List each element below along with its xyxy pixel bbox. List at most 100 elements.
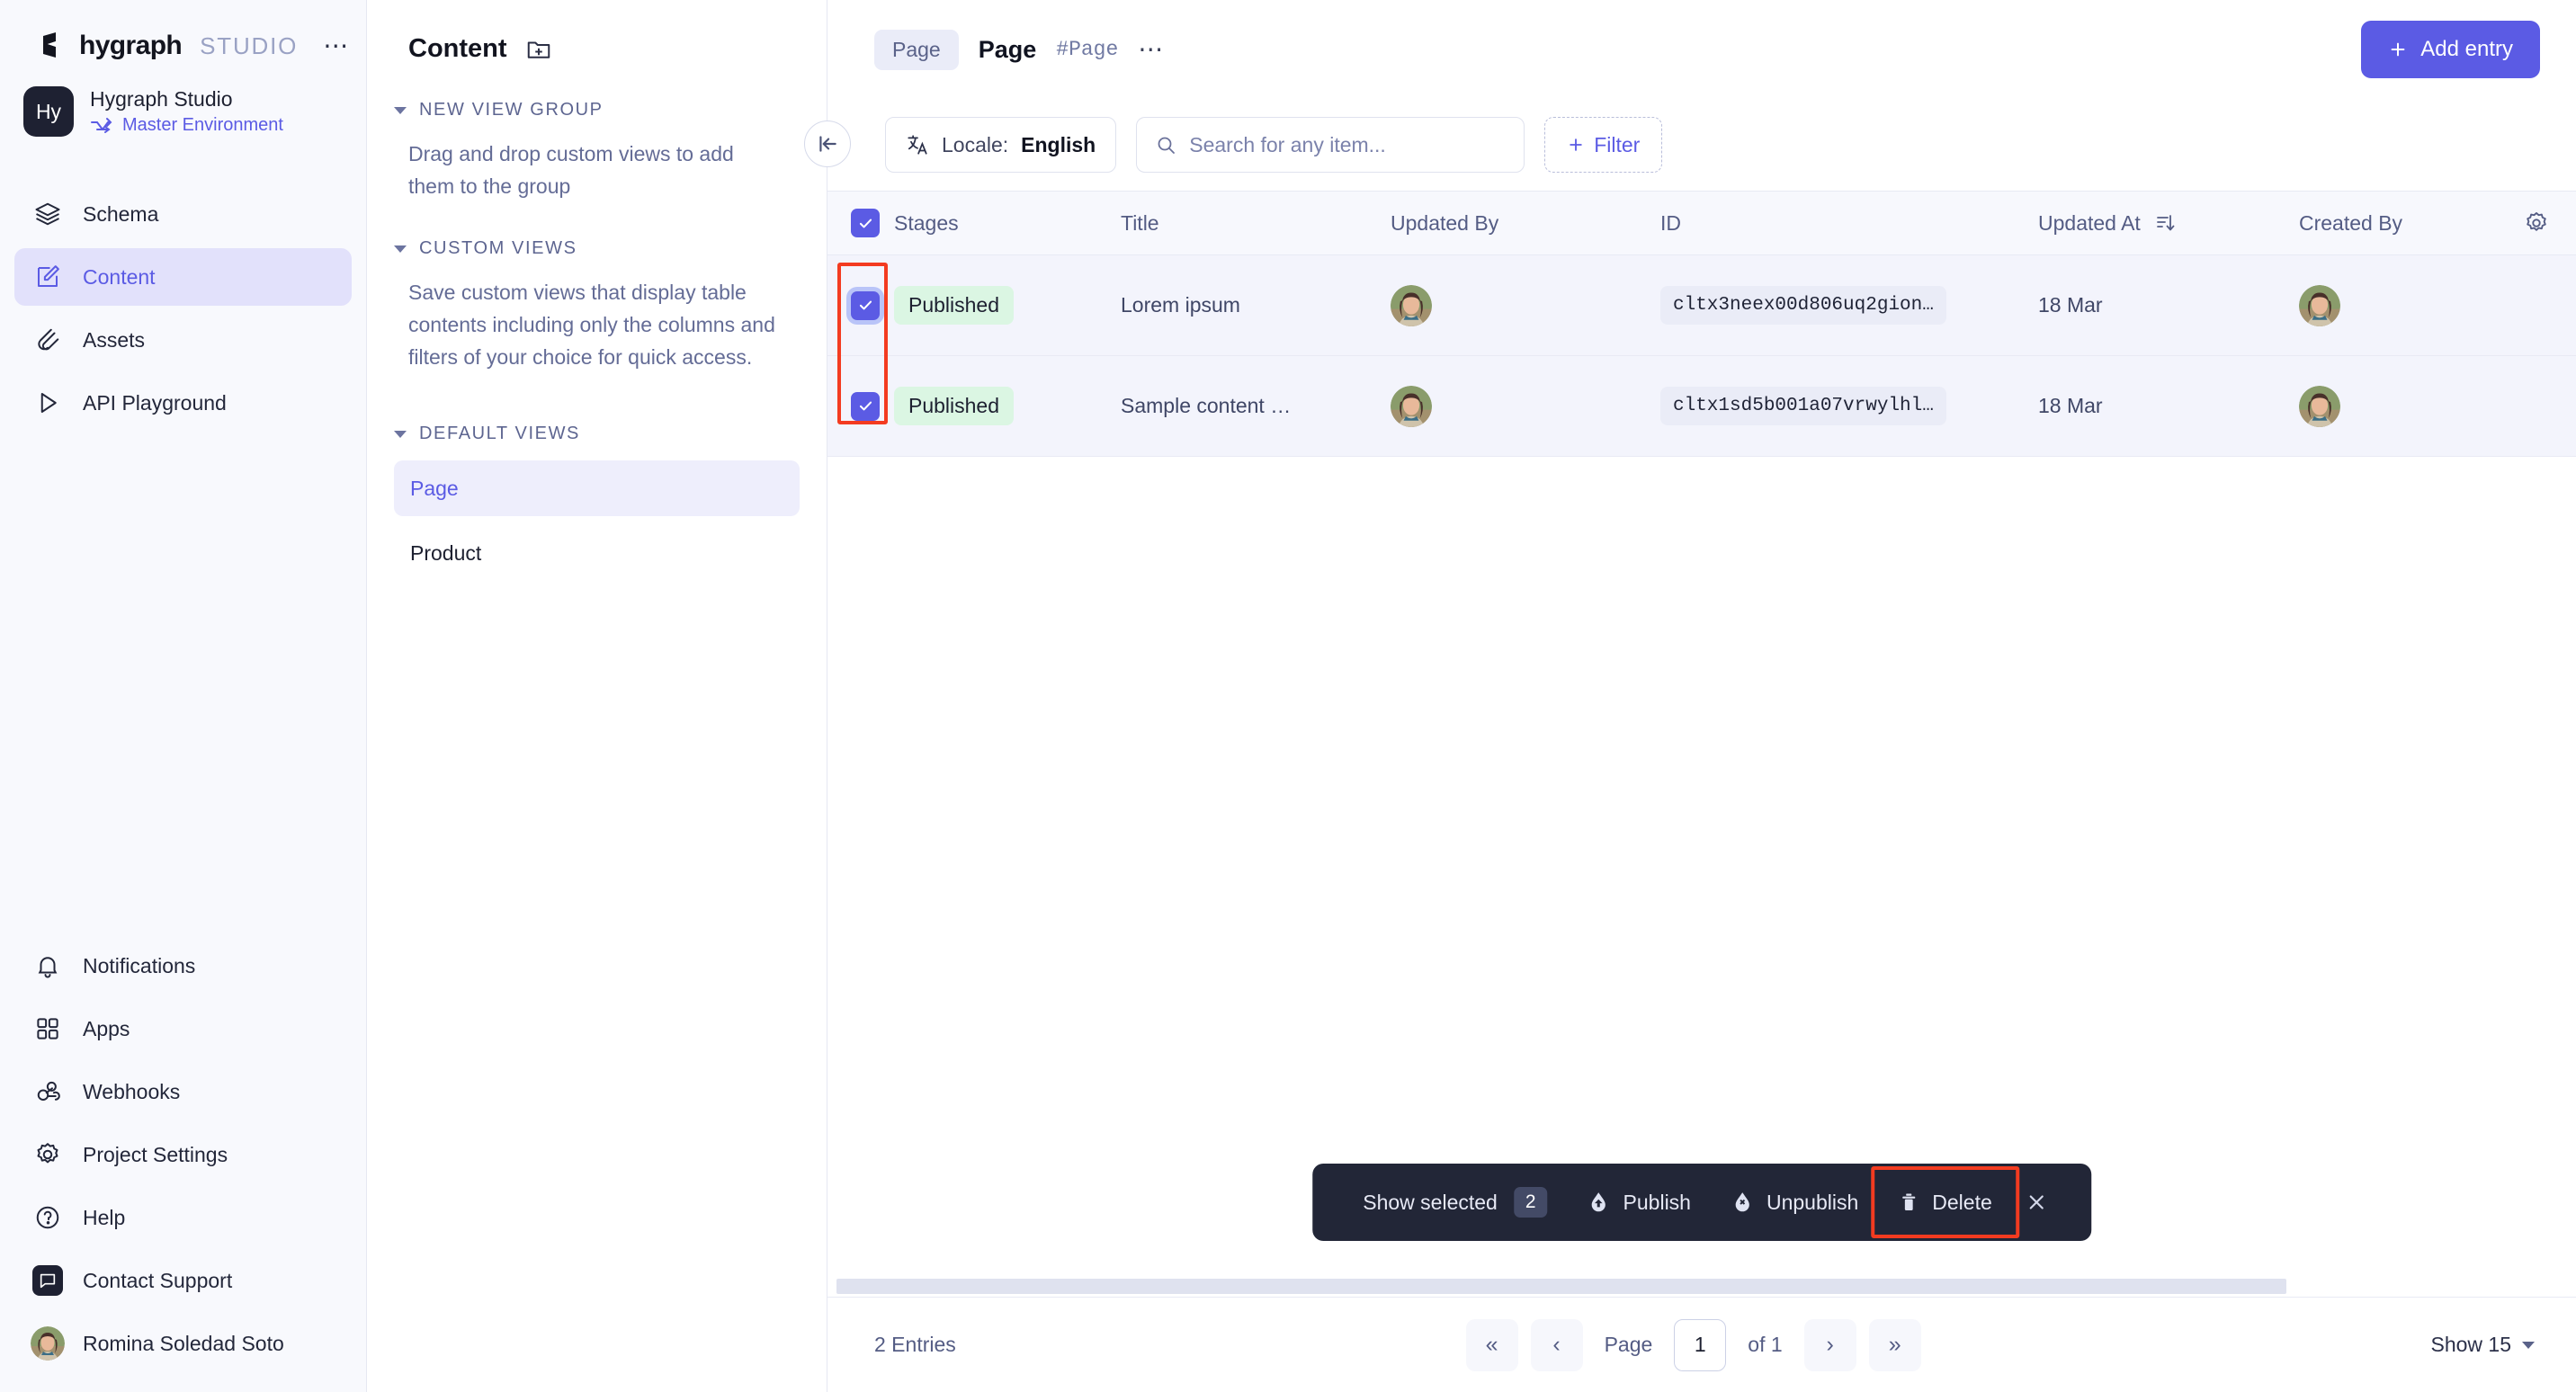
first-page-button[interactable]: « <box>1465 1318 1518 1371</box>
last-page-button[interactable]: » <box>1868 1318 1921 1371</box>
add-entry-label: Add entry <box>2420 37 2513 61</box>
page-number-input[interactable] <box>1674 1318 1727 1371</box>
plus-icon <box>1567 136 1585 154</box>
folder-plus-icon[interactable] <box>525 36 552 63</box>
filter-label: Filter <box>1594 132 1641 156</box>
breadcrumb-bar: Page Page #Page ⋯ Add entry <box>827 0 2576 99</box>
page-total-label: of 1 <box>1748 1333 1783 1356</box>
search-icon <box>1155 134 1176 156</box>
view-item-page[interactable]: Page <box>394 460 800 517</box>
edit-square-icon <box>34 263 61 290</box>
row-id[interactable]: cltx1sd5b001a07vrwylhl… <box>1660 387 1946 425</box>
column-label-title: Title <box>1121 210 1159 235</box>
row-stage-cell: Published <box>851 286 1121 325</box>
view-item-label-page: Page <box>410 476 459 500</box>
project-switcher[interactable]: Hy Hygraph Studio Master Environment <box>0 56 366 137</box>
page-more-icon[interactable]: ⋯ <box>1138 37 1165 62</box>
sidebar-item-assets[interactable]: Assets <box>14 311 352 369</box>
publish-icon <box>1588 1191 1611 1214</box>
sidebar-label-notifications: Notifications <box>83 953 196 977</box>
section-title-new-view-group: NEW VIEW GROUP <box>419 100 604 120</box>
avatar <box>2299 385 2340 427</box>
sidebar-label-webhooks: Webhooks <box>83 1079 181 1103</box>
avatar <box>2299 284 2340 326</box>
sidebar-label-content: Content <box>83 264 156 289</box>
row-updated-by-cell <box>1391 284 1660 326</box>
show-selected-button[interactable]: Show selected 2 <box>1343 1178 1567 1227</box>
close-icon[interactable] <box>2012 1191 2061 1214</box>
row-title-cell: Lorem ipsum <box>1121 293 1391 317</box>
search-box[interactable] <box>1136 117 1525 173</box>
section-header-default-views[interactable]: DEFAULT VIEWS <box>394 424 800 444</box>
column-header-updated-at[interactable]: Updated At <box>2038 211 2299 236</box>
sidebar-item-help[interactable]: Help <box>14 1189 352 1246</box>
sidebar-item-notifications[interactable]: Notifications <box>14 937 352 995</box>
section-new-view-group: NEW VIEW GROUP Drag and drop custom view… <box>394 100 800 202</box>
section-title-default-views: DEFAULT VIEWS <box>419 424 580 444</box>
environment-name: Master Environment <box>122 115 283 135</box>
primary-nav: Schema Content Assets API Playground <box>0 185 366 432</box>
row-checkbox[interactable] <box>851 290 880 320</box>
select-all-checkbox[interactable] <box>851 209 880 237</box>
sort-desc-icon[interactable] <box>2155 212 2177 234</box>
row-checkbox[interactable] <box>851 391 880 421</box>
view-item-product[interactable]: Product <box>394 525 800 581</box>
left-sidebar: hygraph STUDIO ⋯ Hy Hygraph Studio Maste… <box>0 0 367 1392</box>
avatar <box>1391 385 1432 427</box>
table-row[interactable]: Published Sample content … cltx1sd5b001a… <box>827 356 2576 457</box>
next-page-button[interactable]: › <box>1803 1318 1856 1371</box>
brand-more-icon[interactable]: ⋯ <box>323 33 350 58</box>
column-header-created-by[interactable]: Created By <box>2299 211 2515 236</box>
sidebar-item-project-settings[interactable]: Project Settings <box>14 1126 352 1183</box>
breadcrumb-chip[interactable]: Page <box>874 29 959 70</box>
publish-button[interactable]: Publish <box>1568 1178 1711 1227</box>
column-header-title[interactable]: Title <box>1121 211 1391 236</box>
sidebar-label-project-settings: Project Settings <box>83 1142 228 1166</box>
page-label: Page <box>1604 1333 1653 1356</box>
locale-selector[interactable]: Locale: English <box>885 117 1117 173</box>
table-settings-button[interactable] <box>2524 210 2576 236</box>
collapse-left-icon[interactable] <box>804 120 851 167</box>
gear-icon <box>2524 210 2549 236</box>
sidebar-item-api-playground[interactable]: API Playground <box>14 374 352 432</box>
sidebar-item-content[interactable]: Content <box>14 248 352 306</box>
unpublish-button[interactable]: Unpublish <box>1711 1178 1878 1227</box>
column-header-id[interactable]: ID <box>1660 211 2038 236</box>
project-meta: Hygraph Studio Master Environment <box>90 87 283 136</box>
row-updated-at: 18 Mar <box>2038 394 2103 417</box>
unpublish-icon <box>1731 1191 1754 1214</box>
sidebar-item-contact-support[interactable]: Contact Support <box>14 1252 352 1309</box>
environment-row[interactable]: Master Environment <box>90 115 283 136</box>
add-filter-button[interactable]: Filter <box>1544 117 1663 173</box>
column-header-updated-by[interactable]: Updated By <box>1391 211 1660 236</box>
column-label-created-by: Created By <box>2299 210 2403 235</box>
horizontal-scrollbar-track[interactable] <box>827 1277 2576 1297</box>
bell-icon <box>34 952 61 979</box>
sidebar-label-api-playground: API Playground <box>83 390 227 415</box>
row-created-by-cell <box>2299 385 2515 427</box>
secondary-nav: Notifications Apps Webhooks Project Sett… <box>0 937 366 1392</box>
chevron-down-icon <box>394 245 407 253</box>
pagination: « ‹ Page of 1 › » <box>1465 1318 1921 1371</box>
rows-per-page-selector[interactable]: Show 15 <box>2430 1333 2535 1357</box>
trash-icon <box>1898 1191 1919 1213</box>
horizontal-scrollbar-thumb[interactable] <box>836 1279 2286 1294</box>
app-root: hygraph STUDIO ⋯ Hy Hygraph Studio Maste… <box>0 0 2576 1392</box>
view-item-label-product: Product <box>410 540 482 565</box>
sidebar-item-user[interactable]: Romina Soledad Soto <box>14 1315 352 1372</box>
delete-button[interactable]: Delete <box>1878 1178 2011 1227</box>
section-header-new-view-group[interactable]: NEW VIEW GROUP <box>394 100 800 120</box>
sidebar-item-schema[interactable]: Schema <box>14 185 352 243</box>
chevron-down-icon <box>394 430 407 438</box>
views-panel: Content NEW VIEW GROUP Drag and drop cus… <box>367 0 827 1392</box>
prev-page-button[interactable]: ‹ <box>1530 1318 1583 1371</box>
views-panel-title: Content <box>408 34 507 63</box>
sidebar-item-apps[interactable]: Apps <box>14 1000 352 1057</box>
add-entry-button[interactable]: Add entry <box>2361 21 2540 78</box>
sidebar-item-webhooks[interactable]: Webhooks <box>14 1063 352 1120</box>
search-input[interactable] <box>1189 132 1507 157</box>
table-row[interactable]: Published Lorem ipsum cltx3neex00d806uq2… <box>827 255 2576 356</box>
selected-count-badge: 2 <box>1513 1187 1548 1218</box>
row-id[interactable]: cltx3neex00d806uq2gion… <box>1660 286 1946 325</box>
section-header-custom-views[interactable]: CUSTOM VIEWS <box>394 238 800 259</box>
